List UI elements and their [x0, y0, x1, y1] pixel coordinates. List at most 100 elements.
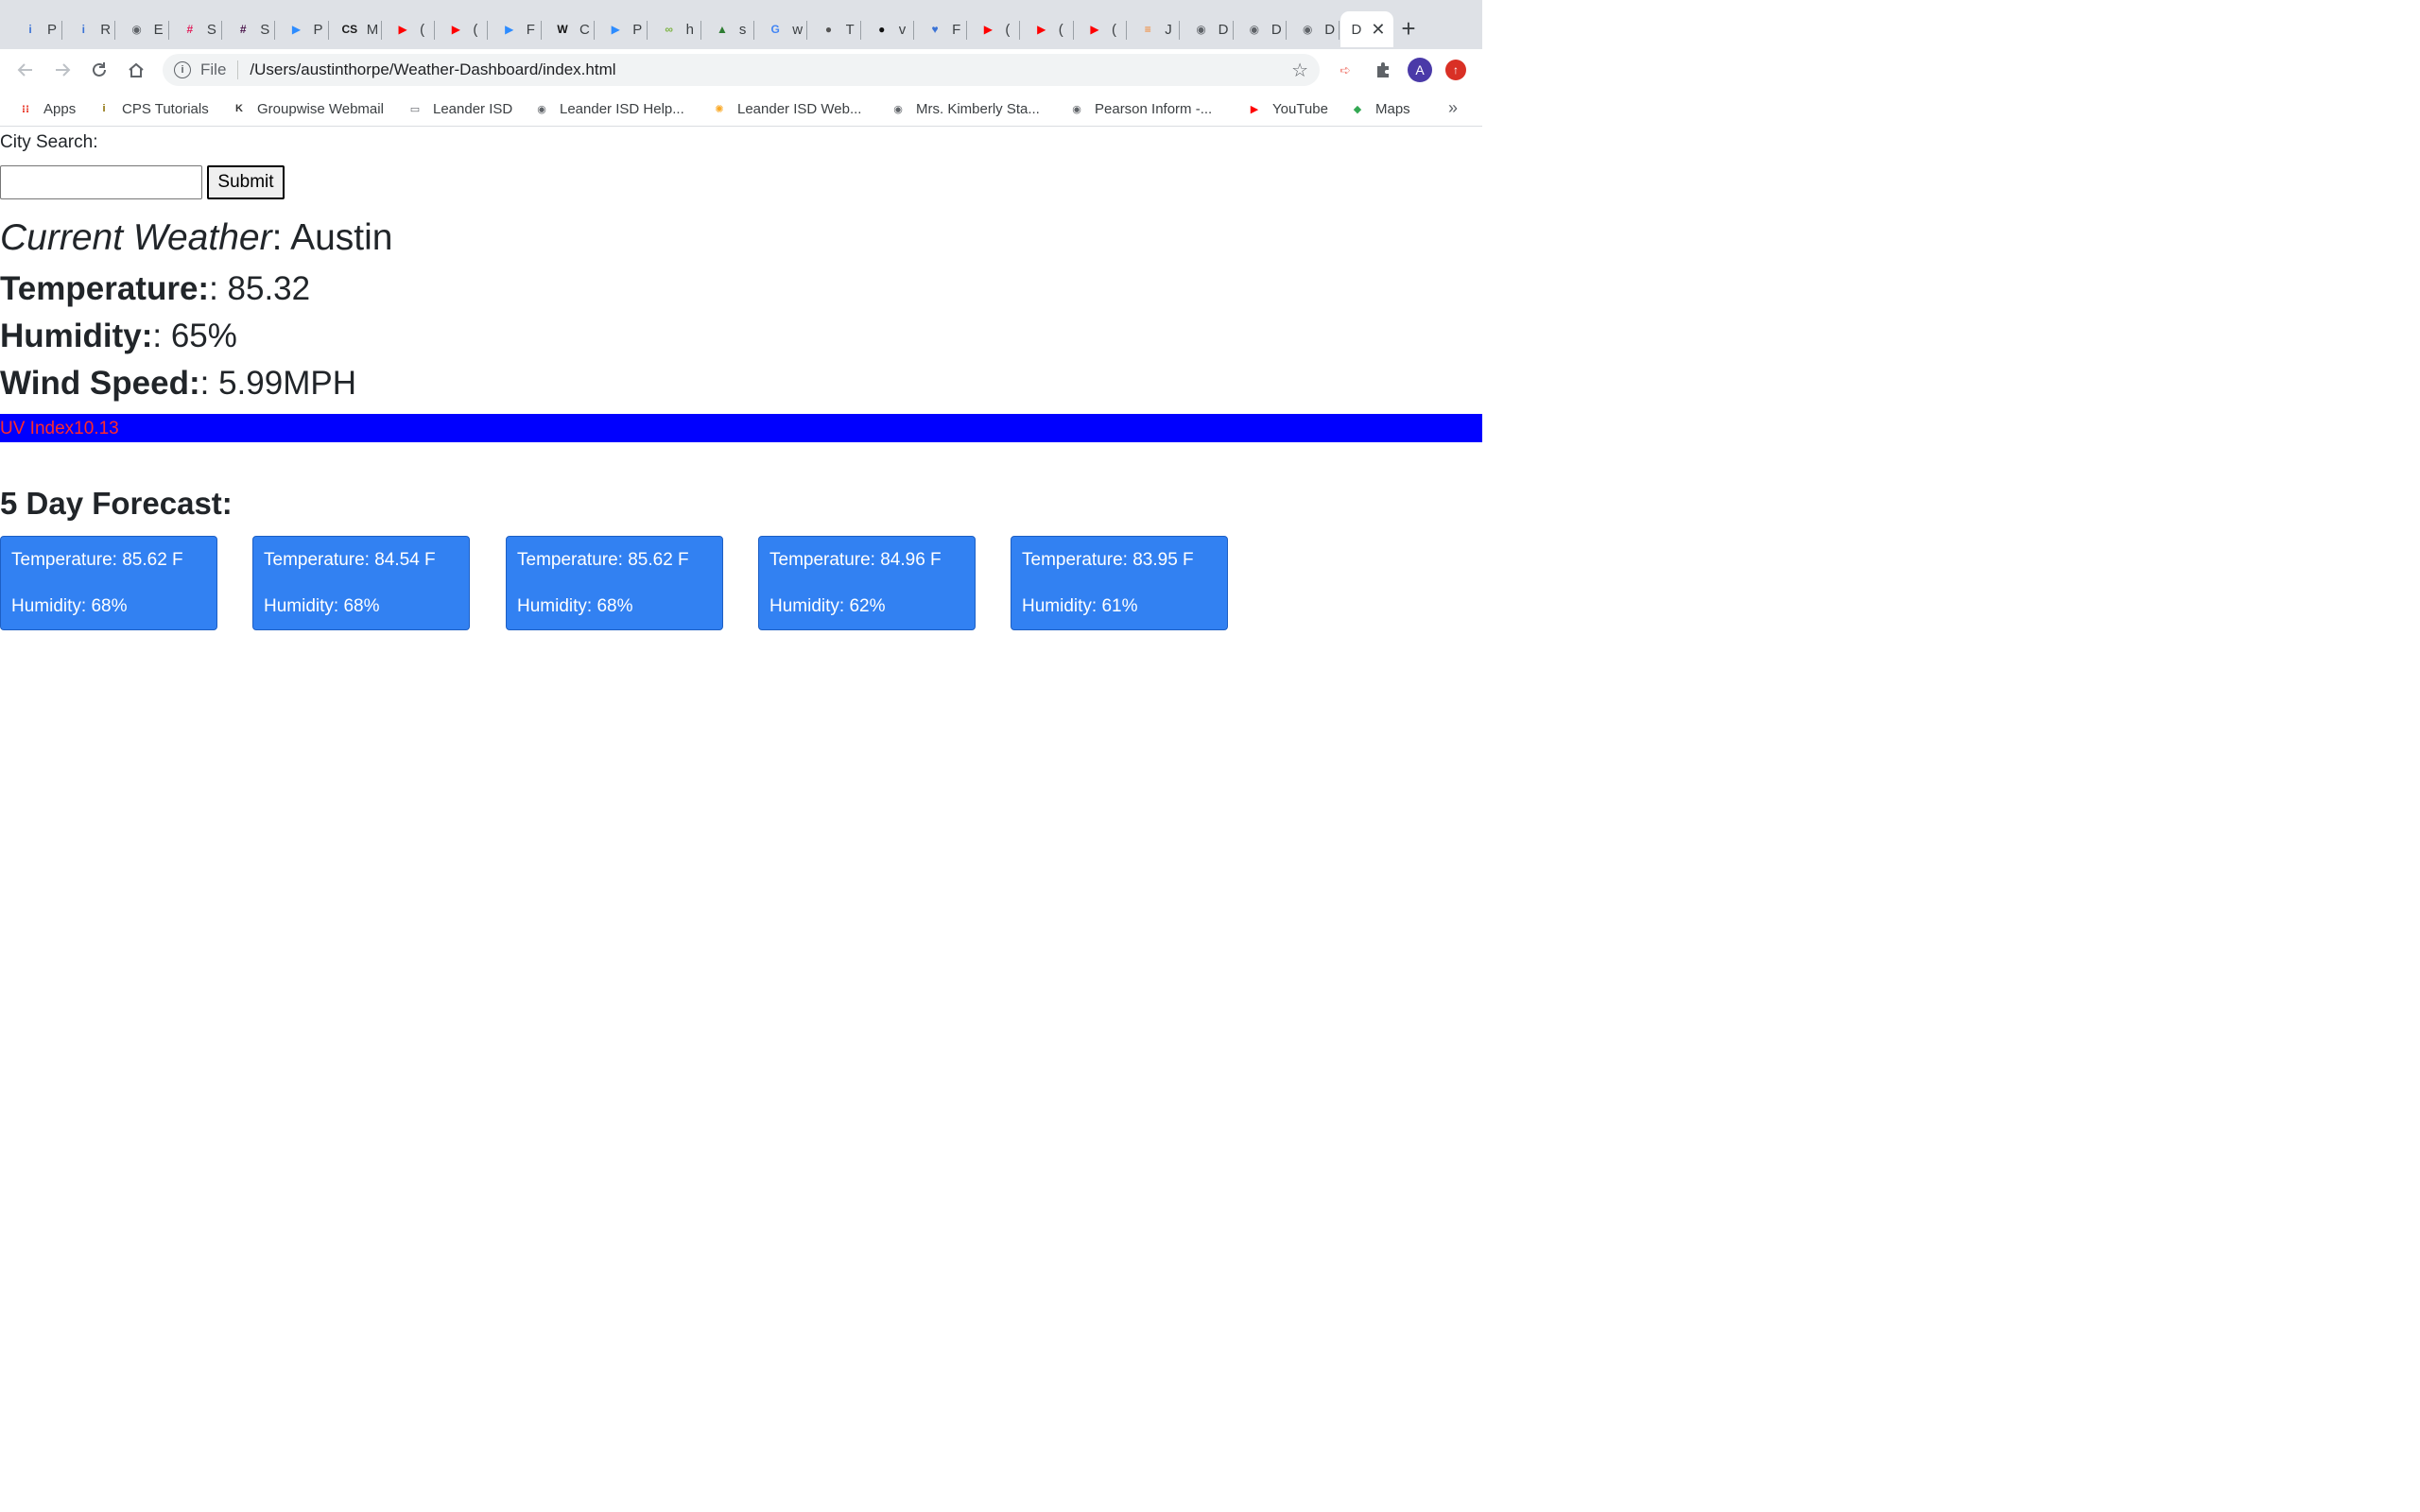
youtube-icon: ▶: [983, 23, 993, 36]
forecast-humidity: Humidity: 68%: [11, 596, 128, 616]
reload-icon[interactable]: [86, 57, 112, 83]
extensions-puzzle-icon[interactable]: [1372, 59, 1394, 81]
bookmark-label: Leander ISD Help...: [560, 100, 684, 117]
forecast-temperature: Temperature: 84.54 F: [264, 550, 436, 570]
browser-tab[interactable]: ♥ F: [914, 11, 968, 47]
info-icon: i: [81, 23, 85, 36]
bookmark-item[interactable]: ⁝⁝ Apps: [17, 98, 76, 119]
tab-active[interactable]: D ✕: [1340, 11, 1393, 47]
tab-title: (: [1058, 21, 1063, 38]
back-arrow-icon[interactable]: [12, 57, 39, 83]
tab-title: D: [1324, 21, 1336, 38]
bookmark-item[interactable]: ◆ Maps: [1349, 98, 1410, 119]
browser-tab[interactable]: ≡ J: [1127, 11, 1181, 47]
forward-arrow-icon[interactable]: [49, 57, 76, 83]
heart-icon: ♥: [931, 23, 939, 36]
city-search-input[interactable]: [0, 165, 202, 199]
browser-tab[interactable]: ▶(: [1021, 11, 1074, 47]
current-weather-label: Current Weather: [0, 217, 272, 258]
browser-tab[interactable]: ▶(: [382, 11, 436, 47]
tab-title: D: [1218, 21, 1229, 38]
browser-tab[interactable]: # S: [169, 11, 222, 47]
globe-icon: ◉: [893, 103, 903, 115]
sun-icon: ✺: [715, 103, 724, 115]
browser-tab[interactable]: ◉ D: [1181, 11, 1234, 47]
browser-tab[interactable]: ∞ h: [648, 11, 701, 47]
tab-title: S: [260, 21, 270, 38]
forecast-temperature: Temperature: 84.96 F: [769, 550, 942, 570]
browser-tab[interactable]: ▶(: [967, 11, 1021, 47]
forecast-card: Temperature: 85.62 F Humidity: 68%: [506, 536, 723, 630]
browser-tab[interactable]: CS M: [329, 11, 382, 47]
forecast-card: Temperature: 83.95 F Humidity: 61%: [1011, 536, 1228, 630]
slack-icon: #: [186, 23, 194, 36]
browser-tab[interactable]: ▶ F: [489, 11, 542, 47]
extension-arrow-icon[interactable]: ➪: [1334, 59, 1357, 81]
tab-title: F: [952, 21, 961, 38]
home-icon[interactable]: [123, 57, 149, 83]
tab-title: (: [473, 21, 478, 38]
profile-avatar[interactable]: A: [1408, 58, 1432, 82]
browser-tab[interactable]: ▲ s: [701, 11, 754, 47]
tab-title: D: [1270, 21, 1282, 38]
forecast-card: Temperature: 84.96 F Humidity: 62%: [758, 536, 976, 630]
bookmark-star-icon[interactable]: ☆: [1291, 59, 1308, 82]
tab-title: P: [313, 21, 323, 38]
youtube-icon: ▶: [1037, 23, 1046, 36]
tab-title: C: [579, 21, 590, 38]
forecast-card: Temperature: 85.62 F Humidity: 68%: [0, 536, 217, 630]
tab-title: D: [1351, 21, 1362, 38]
globe-icon: ◉: [1249, 23, 1260, 36]
forecast-humidity: Humidity: 68%: [517, 596, 633, 616]
browser-tab[interactable]: ◉ D: [1287, 11, 1340, 47]
browser-tab[interactable]: iR: [62, 11, 116, 47]
bookmark-item[interactable]: ◉ Leander ISD Help...: [533, 98, 684, 119]
bookmark-item[interactable]: ▭ Leander ISD: [406, 98, 512, 119]
browser-tab[interactable]: ◉ E: [116, 11, 169, 47]
bookmark-item[interactable]: K Groupwise Webmail: [231, 98, 384, 119]
browser-tab[interactable]: ● v: [861, 11, 914, 47]
youtube-icon: ▶: [398, 23, 407, 36]
bookmark-label: Leander ISD Web...: [737, 100, 862, 117]
browser-tab[interactable]: ▶ P: [276, 11, 329, 47]
browser-tab[interactable]: iP: [9, 11, 62, 47]
temperature-value: : 85.32: [209, 270, 311, 307]
browser-tab[interactable]: ◉ D: [1234, 11, 1287, 47]
browser-tab[interactable]: Gw: [754, 11, 808, 47]
close-icon[interactable]: ✕: [1371, 20, 1385, 40]
bookmark-item[interactable]: i CPS Tutorials: [95, 98, 208, 119]
bookmark-label: Pearson Inform -...: [1095, 100, 1213, 117]
browser-tab[interactable]: ▶ P: [595, 11, 648, 47]
browser-tab[interactable]: ● T: [808, 11, 861, 47]
tab-title: T: [845, 21, 855, 38]
info-icon[interactable]: i: [174, 61, 191, 78]
page-content: City Search: Submit Current Weather: Aus…: [0, 127, 1482, 926]
bookmarks-overflow-icon[interactable]: »: [1448, 98, 1458, 118]
new-tab-button[interactable]: +: [1395, 14, 1422, 43]
tab-title: w: [792, 21, 804, 38]
forecast-humidity: Humidity: 62%: [769, 596, 886, 616]
bookmark-item[interactable]: ✺ Leander ISD Web...: [711, 98, 861, 119]
tab-title: P: [47, 21, 58, 38]
browser-tab[interactable]: WC: [542, 11, 595, 47]
submit-button[interactable]: Submit: [207, 165, 285, 199]
bookmark-label: Maps: [1375, 100, 1410, 117]
bookmark-item[interactable]: ◉ Mrs. Kimberly Sta...: [890, 98, 1040, 119]
bookmark-label: Apps: [43, 100, 77, 117]
globe-icon: ◉: [1302, 23, 1313, 36]
browser-tab[interactable]: ▶(: [1074, 11, 1127, 47]
browser-tab[interactable]: # S: [222, 11, 276, 47]
bookmark-item[interactable]: ◉ Pearson Inform -...: [1068, 98, 1212, 119]
bookmark-item[interactable]: ▶ YouTube: [1246, 98, 1328, 119]
tab-title: (: [1005, 21, 1011, 38]
browser-tab[interactable]: ▶(: [435, 11, 489, 47]
tab-title: P: [632, 21, 643, 38]
globe-icon: ◉: [1196, 23, 1206, 36]
wind-speed-label: Wind Speed:: [0, 365, 200, 402]
address-bar[interactable]: i File /Users/austinthorpe/Weather-Dashb…: [163, 54, 1320, 86]
wind-speed-value: : 5.99MPH: [199, 365, 356, 402]
update-icon[interactable]: ↑: [1445, 60, 1466, 80]
bookmark-label: Mrs. Kimberly Sta...: [916, 100, 1040, 117]
bookmarks-bar: ⁝⁝ Apps i CPS Tutorials K Groupwise Webmail ▭ L…: [0, 91, 1482, 127]
forecast-card: Temperature: 84.54 F Humidity: 68%: [252, 536, 470, 630]
